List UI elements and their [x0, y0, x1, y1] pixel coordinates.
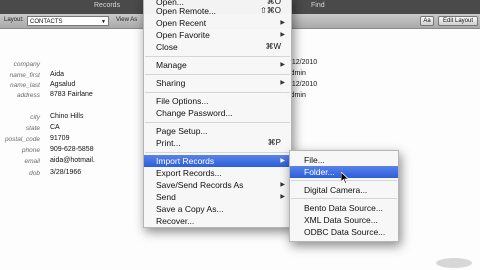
submenu-arrow-icon: ▶: [280, 182, 285, 188]
chevron-down-icon: ▼: [101, 19, 106, 25]
field-value-postal-code[interactable]: 91709: [50, 135, 69, 142]
font-size-button[interactable]: Aa: [420, 16, 434, 26]
toolbar-find-label[interactable]: Find: [311, 2, 325, 9]
menu-item-label: Change Password...: [156, 108, 233, 118]
menu-item-label: Open Favorite: [156, 30, 210, 40]
menu-item-import-records[interactable]: Import Records ▶: [144, 155, 291, 167]
field-label-name-last: name_last: [10, 82, 40, 89]
menu-item-change-password[interactable]: Change Password...: [144, 107, 291, 119]
menu-item-open-remote[interactable]: Open Remote... ⇧⌘O: [144, 5, 291, 17]
submenu-item-digital-camera[interactable]: Digital Camera...: [290, 184, 398, 196]
menu-shortcut: ⌘W: [265, 42, 281, 51]
field-value-dob[interactable]: 3/28/1966: [50, 169, 81, 176]
menu-separator: [145, 122, 290, 123]
field-value-state[interactable]: CA: [50, 124, 60, 131]
edit-layout-button[interactable]: Edit Layout: [438, 16, 478, 26]
import-records-submenu: File... Folder... Digital Camera... Bent…: [289, 150, 399, 242]
menu-separator: [145, 74, 290, 75]
menu-item-label: Digital Camera...: [304, 185, 368, 195]
menu-item-page-setup[interactable]: Page Setup...: [144, 125, 291, 137]
menu-item-close[interactable]: Close ⌘W: [144, 41, 291, 53]
menu-item-label: Sharing: [156, 78, 186, 88]
menu-item-manage[interactable]: Manage ▶: [144, 59, 291, 71]
menu-item-label: Open Recent: [156, 18, 207, 28]
menu-item-label: Open Remote...: [156, 6, 217, 16]
field-value-phone[interactable]: 909-628-5858: [50, 146, 94, 153]
field-value-address[interactable]: 8783 Fairlane: [50, 91, 93, 98]
app-window: Records Find Layout: CONTACTS ▼ View As …: [0, 0, 480, 270]
submenu-arrow-icon: ▶: [280, 80, 285, 86]
field-label-address: address: [16, 92, 40, 99]
menu-item-recover[interactable]: Recover...: [144, 215, 291, 227]
menu-item-open-favorite[interactable]: Open Favorite ▶: [144, 29, 291, 41]
menu-item-label: Save/Send Records As: [156, 180, 244, 190]
submenu-arrow-icon: ▶: [280, 62, 285, 68]
menu-item-label: Bento Data Source...: [304, 203, 383, 213]
menu-item-label: Save a Copy As...: [156, 204, 224, 214]
menu-shortcut: ⌘P: [267, 138, 281, 147]
field-label-postal-code: postal_code: [4, 136, 40, 143]
field-label-city: city: [30, 114, 40, 121]
menu-item-label: File Options...: [156, 96, 209, 106]
field-label-phone: phone: [21, 147, 40, 154]
field-value-email[interactable]: aida@hotmail.: [50, 157, 95, 164]
toolbar-records-label[interactable]: Records: [94, 2, 120, 9]
submenu-arrow-icon: ▶: [280, 20, 285, 26]
layout-select-value: CONTACTS: [30, 19, 63, 25]
submenu-item-xml-data-source[interactable]: XML Data Source...: [290, 214, 398, 226]
menu-separator: [145, 92, 290, 93]
menu-item-open-recent[interactable]: Open Recent ▶: [144, 17, 291, 29]
menu-item-send[interactable]: Send ▶: [144, 191, 291, 203]
mouse-pointer-icon: [341, 172, 349, 184]
field-value-city[interactable]: Chino Hills: [50, 113, 83, 120]
menu-item-label: Manage: [156, 60, 187, 70]
menu-item-print[interactable]: Print... ⌘P: [144, 137, 291, 149]
field-label-company: company: [13, 61, 40, 68]
field-value-name-last[interactable]: Agsalud: [50, 81, 75, 88]
submenu-item-file[interactable]: File...: [290, 154, 398, 166]
menu-item-label: Close: [156, 42, 178, 52]
field-label-email: email: [24, 158, 40, 165]
submenu-item-bento-data-source[interactable]: Bento Data Source...: [290, 202, 398, 214]
menu-separator: [291, 198, 397, 199]
menu-shortcut: ⇧⌘O: [260, 6, 281, 15]
menu-item-export-records[interactable]: Export Records...: [144, 167, 291, 179]
menu-separator: [145, 152, 290, 153]
menu-item-label: Recover...: [156, 216, 195, 226]
menu-item-label: Folder...: [304, 167, 335, 177]
file-menu: Open... ⌘O Open Remote... ⇧⌘O Open Recen…: [143, 0, 292, 228]
submenu-arrow-icon: ▶: [280, 32, 285, 38]
submenu-arrow-icon: ▶: [280, 158, 285, 164]
menu-item-label: File...: [304, 155, 325, 165]
menu-item-label: Print...: [156, 138, 181, 148]
watermark-icon: [436, 258, 472, 268]
menu-item-label: ODBC Data Source...: [304, 227, 386, 237]
menu-item-label: Send: [156, 192, 176, 202]
field-value-name-first[interactable]: Aida: [50, 71, 64, 78]
menu-item-label: XML Data Source...: [304, 215, 378, 225]
menu-item-sharing[interactable]: Sharing ▶: [144, 77, 291, 89]
layout-select[interactable]: CONTACTS ▼: [27, 16, 109, 26]
view-as-label: View As: [116, 17, 138, 23]
layout-label: Layout:: [4, 17, 24, 23]
menu-item-label: Import Records: [156, 156, 215, 166]
menu-item-save-a-copy-as[interactable]: Save a Copy As...: [144, 203, 291, 215]
submenu-item-odbc-data-source[interactable]: ODBC Data Source...: [290, 226, 398, 238]
menu-separator: [145, 56, 290, 57]
field-label-dob: dob: [29, 170, 40, 177]
field-label-state: state: [25, 125, 40, 132]
menu-item-label: Page Setup...: [156, 126, 208, 136]
submenu-arrow-icon: ▶: [280, 194, 285, 200]
field-label-name-first: name_first: [9, 72, 40, 79]
menu-item-label: Export Records...: [156, 168, 222, 178]
menu-item-save-send-records-as[interactable]: Save/Send Records As ▶: [144, 179, 291, 191]
menu-item-file-options[interactable]: File Options...: [144, 95, 291, 107]
